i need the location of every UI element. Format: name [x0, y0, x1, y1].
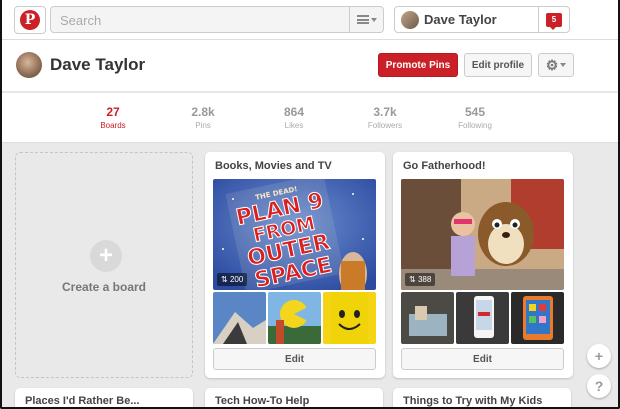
- board-card[interactable]: Go Fatherhood! ⇅ 388 Edit: [393, 152, 573, 378]
- user-name: Dave Taylor: [424, 12, 497, 27]
- pin-icon: ⇅: [409, 275, 416, 284]
- board-title: Things to Try with My Kids: [403, 395, 543, 407]
- profile-stats: 27 Boards 2.8k Pins 864 Likes 3.7k Follo…: [2, 93, 618, 143]
- help-button[interactable]: ?: [587, 374, 611, 398]
- search-placeholder: Search: [60, 13, 102, 28]
- app-frame: P Search Dave Taylor 5 Dave Taylor Promo…: [0, 0, 620, 409]
- board-thumbnail: [401, 292, 454, 344]
- tab-boards[interactable]: 27 Boards: [73, 105, 153, 130]
- pin-count-badge: ⇅ 200: [217, 273, 248, 286]
- pinterest-logo-button[interactable]: P: [14, 6, 46, 34]
- edit-board-button[interactable]: Edit: [401, 348, 564, 370]
- tab-followers[interactable]: 3.7k Followers: [345, 105, 425, 130]
- tab-likes[interactable]: 864 Likes: [254, 105, 334, 130]
- notification-icon: 5: [546, 12, 562, 30]
- notifications-button[interactable]: 5: [538, 7, 569, 32]
- board-cover-image: THE DEAD! PLAN 9 FROM OUTER SPACE ⇅ 200: [213, 179, 376, 290]
- stat-label: Pins: [195, 121, 211, 130]
- plus-icon: +: [594, 348, 604, 364]
- create-board-card[interactable]: + Create a board: [15, 152, 193, 378]
- board-card[interactable]: Things to Try with My Kids: [393, 388, 571, 407]
- category-menu-button[interactable]: [349, 7, 383, 32]
- profile-name: Dave Taylor: [50, 55, 146, 74]
- stat-label: Boards: [100, 121, 126, 130]
- add-pin-button[interactable]: +: [587, 344, 611, 368]
- tab-pins[interactable]: 2.8k Pins: [163, 105, 243, 130]
- board-thumbnail: [511, 292, 564, 344]
- board-title: Places I'd Rather Be...: [25, 395, 140, 407]
- menu-icon: [356, 15, 369, 24]
- board-title: Books, Movies and TV: [215, 160, 332, 172]
- pin-count-badge: ⇅ 388: [405, 273, 436, 286]
- board-card[interactable]: Tech How-To Help: [205, 388, 383, 407]
- stat-count: 545: [464, 105, 486, 119]
- stat-label: Following: [458, 121, 492, 130]
- stat-label: Likes: [284, 121, 304, 130]
- avatar: [401, 11, 419, 29]
- board-card[interactable]: Places I'd Rather Be...: [15, 388, 193, 407]
- board-title: Go Fatherhood!: [403, 160, 486, 172]
- create-board-label: Create a board: [61, 280, 147, 294]
- pin-count: 200: [229, 275, 244, 284]
- gear-icon: ⚙: [545, 56, 559, 73]
- board-card[interactable]: Books, Movies and TV THE DEAD! PLAN 9 FR…: [205, 152, 385, 378]
- board-thumbnail: [213, 292, 266, 344]
- board-title: Tech How-To Help: [215, 395, 310, 407]
- stat-count: 2.8k: [191, 105, 215, 119]
- stat-count: 3.7k: [373, 105, 397, 119]
- edit-board-button[interactable]: Edit: [213, 348, 376, 370]
- stat-count: 864: [283, 105, 305, 119]
- pin-icon: ⇅: [221, 275, 228, 284]
- edit-profile-button[interactable]: Edit profile: [464, 53, 532, 77]
- search-input[interactable]: Search: [50, 6, 384, 33]
- tab-following[interactable]: 545 Following: [435, 105, 515, 130]
- promote-pins-button[interactable]: Promote Pins: [378, 53, 458, 77]
- user-profile-button[interactable]: Dave Taylor 5: [394, 6, 570, 33]
- help-icon: ?: [594, 378, 604, 394]
- board-thumbnail: [323, 292, 376, 344]
- pinterest-logo-icon: P: [20, 10, 40, 30]
- stat-label: Followers: [367, 121, 403, 130]
- board-cover-image: ⇅ 388: [401, 179, 564, 290]
- chevron-down-icon: [370, 17, 377, 22]
- board-thumbnail: [268, 292, 321, 344]
- pin-count: 388: [417, 275, 432, 284]
- profile-header: Dave Taylor Promote Pins Edit profile ⚙: [2, 40, 618, 92]
- profile-avatar: [16, 52, 42, 78]
- settings-button[interactable]: ⚙: [538, 53, 574, 77]
- stat-count: 27: [106, 105, 120, 119]
- board-thumbnail: [456, 292, 509, 344]
- top-bar: P Search Dave Taylor 5: [2, 0, 618, 40]
- plus-icon: +: [90, 240, 122, 272]
- chevron-down-icon: [560, 63, 567, 67]
